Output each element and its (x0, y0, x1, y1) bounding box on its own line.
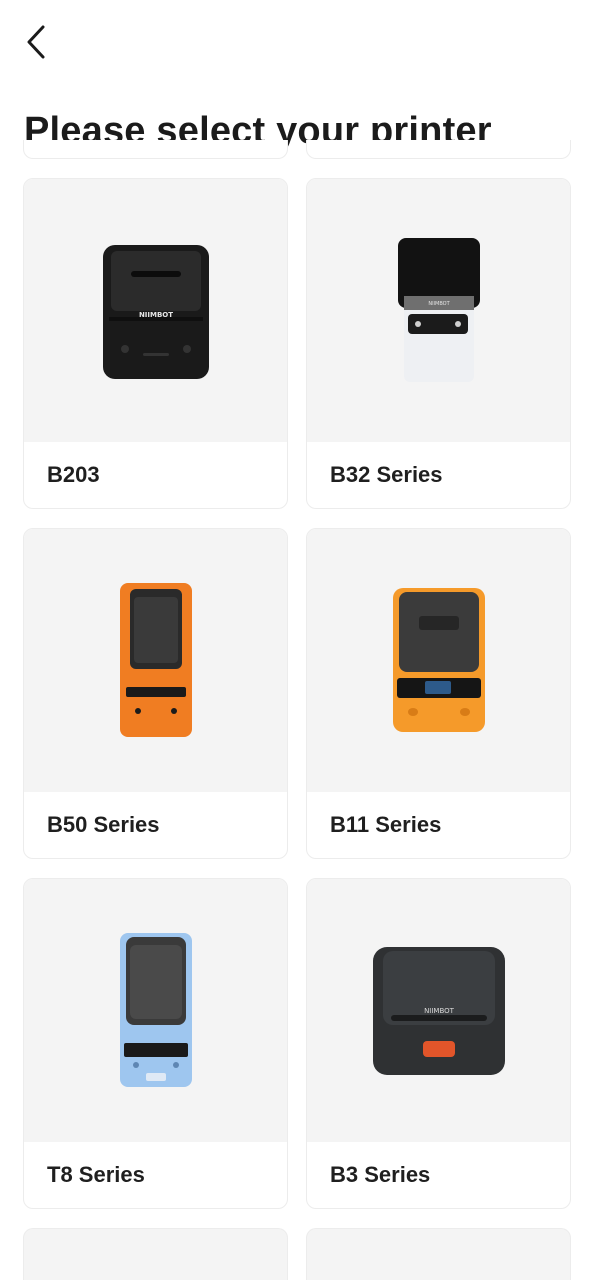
printer-label-b11-series: B11 Series (330, 812, 442, 837)
svg-text:NIIMBOT: NIIMBOT (428, 301, 450, 307)
printer-image-b203: NIIMBOT (24, 179, 287, 442)
printer-label-b3-series: B3 Series (330, 1162, 431, 1187)
printer-card-partial[interactable] (23, 140, 288, 159)
printer-card-b3-series[interactable]: NIIMBOT B3 Series (306, 878, 571, 1209)
printer-label-b203: B203 (47, 462, 100, 487)
printer-image-b50-series (24, 529, 287, 792)
printer-card-b50-series[interactable]: B50 Series (23, 528, 288, 859)
printer-label-b32-series: B32 Series (330, 462, 443, 487)
chevron-left-icon (25, 24, 47, 65)
printer-card-b32-series[interactable]: NIIMBOT B32 Series (306, 178, 571, 509)
printer-card-t8-series[interactable]: T8 Series (23, 878, 288, 1209)
printer-card-partial[interactable] (23, 1228, 288, 1280)
back-button[interactable] (18, 24, 54, 64)
printer-card-partial[interactable] (306, 1228, 571, 1280)
printer-card-b11-series[interactable]: B11 Series (306, 528, 571, 859)
svg-text:NIIMBOT: NIIMBOT (138, 311, 172, 319)
svg-text:NIIMBOT: NIIMBOT (424, 1007, 455, 1015)
printer-image-b32-series: NIIMBOT (307, 179, 570, 442)
printer-image-t8-series (24, 879, 287, 1142)
printer-image-b11-series (307, 529, 570, 792)
printer-label-b50-series: B50 Series (47, 812, 160, 837)
printer-card-b203[interactable]: NIIMBOT B203 (23, 178, 288, 509)
printer-image-b3-series: NIIMBOT (307, 879, 570, 1142)
printer-card-partial[interactable] (306, 140, 571, 159)
printer-label-t8-series: T8 Series (47, 1162, 145, 1187)
